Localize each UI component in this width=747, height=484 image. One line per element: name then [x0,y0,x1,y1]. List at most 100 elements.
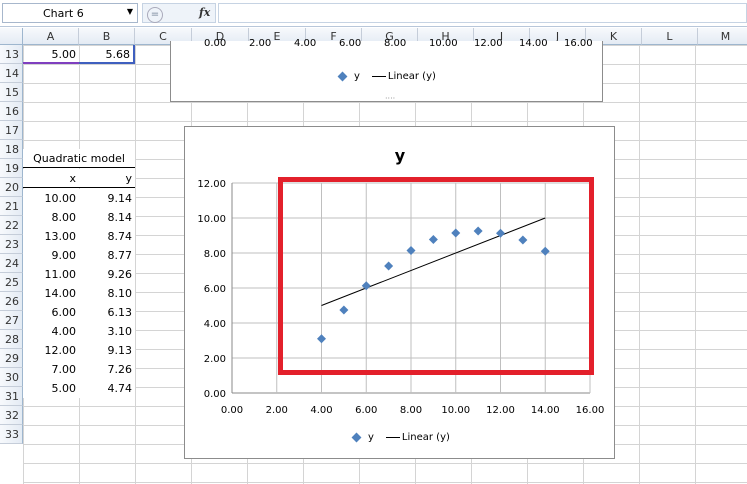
row-header-19[interactable]: 19 [0,159,23,178]
x-tick-label: 10.00 [441,405,470,416]
top-chart-x-tick: 4.00 [294,38,317,49]
table-cell-x[interactable]: 9.00 [23,246,79,265]
y-tick-label: 2.00 [204,354,226,365]
row-header-16[interactable]: 16 [0,102,23,121]
row-header-25[interactable]: 25 [0,273,23,292]
x-tick-label: 2.00 [266,405,288,416]
formula-bar: Chart 6 ▼ = fx [0,0,747,27]
y-tick-label: 12.00 [197,179,226,190]
row-header-15[interactable]: 15 [0,83,23,102]
row-header-17[interactable]: 17 [0,121,23,140]
row-header-32[interactable]: 32 [0,406,23,425]
chart-legend: y Linear (y) [351,432,450,443]
y-tick-label: 10.00 [197,214,226,225]
row-header-20[interactable]: 20 [0,178,23,197]
table-cell-y[interactable]: 6.13 [79,303,135,322]
row-header-24[interactable]: 24 [0,254,23,273]
table-cell-y[interactable]: 9.13 [79,341,135,360]
legend-series-label: y [354,71,360,82]
legend-line-icon [385,436,400,438]
top-chart-x-tick: 12.00 [474,38,503,49]
y-tick-label: 0.00 [204,389,226,400]
x-tick-label: 14.00 [531,405,560,416]
legend-line-icon [371,75,386,77]
cell-a13[interactable]: 5.00 [23,45,79,64]
top-chart-x-tick: 10.00 [429,38,458,49]
column-header-m[interactable]: M [698,28,747,45]
row-header-29[interactable]: 29 [0,349,23,368]
table-cell-x[interactable]: 5.00 [23,379,79,398]
x-tick-label: 0.00 [221,405,243,416]
top-chart-x-tick: 0.00 [204,38,227,49]
insert-function-icon[interactable]: fx [199,6,210,19]
row-header-30[interactable]: 30 [0,368,23,387]
cell-b13[interactable]: 5.68 [79,45,135,64]
column-header-b[interactable]: B [79,28,135,45]
column-header-l[interactable]: L [642,28,698,45]
x-tick-label: 16.00 [576,405,605,416]
top-chart-x-tick: 2.00 [249,38,272,49]
row-header-31[interactable]: 31 [0,387,23,406]
table-header-x[interactable]: x [23,169,79,188]
table-cell-x[interactable]: 11.00 [23,265,79,284]
row-header-27[interactable]: 27 [0,311,23,330]
legend-marker-icon [351,432,362,442]
table-cell-x[interactable]: 4.00 [23,322,79,341]
table-cell-y[interactable]: 7.26 [79,360,135,379]
chart-top[interactable]: 0.00 2.00 4.00 6.00 8.00 10.00 12.00 14.00 16.00… [170,38,603,103]
legend-trend-label: Linear (y) [387,71,436,82]
table-cell-x[interactable]: 14.00 [23,284,79,303]
table-cell-y[interactable]: 4.74 [79,379,135,398]
table-title[interactable]: Quadratic model [23,149,135,168]
y-tick-label: 6.00 [204,284,226,295]
row-header-22[interactable]: 22 [0,216,23,235]
row-header-14[interactable]: 14 [0,64,23,83]
formula-buttons: = fx [142,3,216,23]
legend-trend-label: Linear (y) [401,432,450,443]
x-tick-label: 8.00 [400,405,422,416]
legend-marker-icon [337,71,348,81]
top-chart-x-tick: 16.00 [564,38,593,49]
x-tick-label: 12.00 [486,405,515,416]
y-tick-label: 8.00 [204,249,226,260]
x-tick-label: 6.00 [355,405,377,416]
table-cell-x[interactable]: 13.00 [23,227,79,246]
chart-title: y [395,146,406,165]
resize-handle-icon[interactable]: = [147,7,163,23]
table-cell-y[interactable]: 8.77 [79,246,135,265]
row-header-33[interactable]: 33 [0,425,23,444]
row-header-18[interactable]: 18 [0,140,23,159]
row-header-26[interactable]: 26 [0,292,23,311]
table-cell-x[interactable]: 8.00 [23,208,79,227]
chevron-down-icon[interactable]: ▼ [127,7,133,16]
top-chart-x-tick: 6.00 [339,38,362,49]
table-cell-y[interactable]: 8.14 [79,208,135,227]
row-header-23[interactable]: 23 [0,235,23,254]
table-cell-x[interactable]: 10.00 [23,189,79,208]
top-chart-x-tick: 8.00 [384,38,407,49]
highlight-box [278,177,594,375]
top-chart-x-tick: 14.00 [519,38,548,49]
table-cell-y[interactable]: 8.10 [79,284,135,303]
row-header-28[interactable]: 28 [0,330,23,349]
legend-series-label: y [368,432,374,443]
table-cell-y[interactable]: 8.74 [79,227,135,246]
select-all-corner[interactable] [0,28,23,45]
table-cell-y[interactable]: 9.26 [79,265,135,284]
y-tick-label: 4.00 [204,319,226,330]
name-box-value: Chart 6 [43,7,84,20]
resize-grip-icon[interactable]: ···· [385,94,395,103]
x-tick-label: 4.00 [310,405,332,416]
table-cell-x[interactable]: 6.00 [23,303,79,322]
formula-input[interactable] [218,3,747,23]
row-header-13[interactable]: 13 [0,45,23,64]
row-header-21[interactable]: 21 [0,197,23,216]
table-cell-x[interactable]: 12.00 [23,341,79,360]
table-cell-x[interactable]: 7.00 [23,360,79,379]
top-chart-legend: y Linear (y) [337,71,436,82]
name-box[interactable]: Chart 6 ▼ [2,3,138,23]
table-header-y[interactable]: y [79,169,135,188]
table-cell-y[interactable]: 3.10 [79,322,135,341]
column-header-a[interactable]: A [23,28,79,45]
table-cell-y[interactable]: 9.14 [79,189,135,208]
